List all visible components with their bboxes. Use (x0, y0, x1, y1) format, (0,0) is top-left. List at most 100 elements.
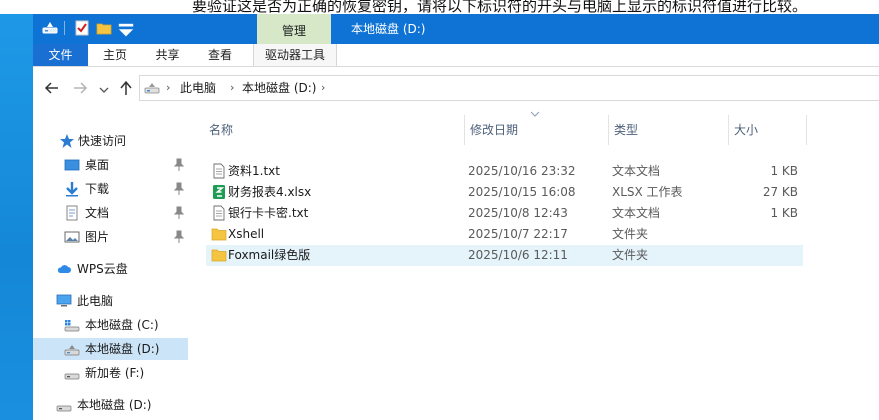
document-icon (66, 205, 78, 221)
breadcrumb-chevron-icon[interactable]: › (321, 76, 325, 100)
properties-checklist-icon[interactable] (73, 19, 91, 37)
column-divider[interactable] (728, 115, 729, 145)
tab-home[interactable]: 主页 (88, 44, 142, 66)
column-divider[interactable] (806, 115, 807, 145)
file-explorer-window: 管理 本地磁盘 (D:) 文件 主页 共享 查看 驱动器工具 › 此电脑 › 本… (33, 14, 879, 420)
drive-icon (64, 345, 80, 356)
drive-properties-icon[interactable] (41, 19, 59, 37)
nav-drive-d-root-label: 本地磁盘 (D:) (77, 398, 152, 412)
cloud-icon (57, 265, 71, 273)
nav-desktop-label: 桌面 (85, 158, 110, 172)
file-size: 1 KB (770, 206, 798, 220)
file-type: XLSX 工作表 (612, 185, 683, 199)
file-list: 名称 修改日期 类型 大小 资料1.txt 2025/10/16 23:32 文… (188, 109, 879, 420)
column-header-date[interactable]: 修改日期 (470, 118, 518, 142)
file-date: 2025/10/15 16:08 (468, 185, 576, 199)
nav-wps-cloud-label: WPS云盘 (77, 262, 128, 276)
desktop-icon (64, 159, 80, 171)
file-row[interactable]: 银行卡卡密.txt 2025/10/8 12:43 文本文档 1 KB (206, 203, 803, 224)
nav-downloads-label: 下载 (85, 182, 110, 196)
breadcrumb-drive-d[interactable]: 本地磁盘 (D:) (242, 76, 316, 100)
tab-drive-tools[interactable]: 驱动器工具 (253, 44, 337, 66)
file-date: 2025/10/7 22:17 (468, 227, 568, 241)
file-type: 文本文档 (612, 206, 661, 220)
file-name: 银行卡卡密.txt (228, 206, 309, 220)
quick-access-divider (64, 21, 65, 35)
column-header-size[interactable]: 大小 (734, 118, 758, 142)
file-date: 2025/10/16 23:32 (468, 164, 576, 178)
text-file-icon (213, 205, 225, 221)
file-row[interactable]: Foxmail绿色版 2025/10/6 12:11 文件夹 (206, 245, 803, 266)
nav-downloads[interactable]: 下载 (33, 178, 188, 200)
picture-icon (64, 231, 80, 243)
pin-icon[interactable] (173, 182, 185, 196)
nav-this-pc-label: 此电脑 (77, 294, 114, 308)
nav-quick-access[interactable]: 快速访问 (33, 130, 188, 152)
text-file-icon (213, 163, 225, 179)
file-type: 文本文档 (612, 164, 661, 178)
nav-desktop[interactable]: 桌面 (33, 154, 188, 176)
star-icon (60, 134, 74, 148)
pin-icon[interactable] (173, 230, 185, 244)
nav-drive-d-label: 本地磁盘 (D:) (85, 342, 160, 356)
download-arrow-icon (66, 182, 78, 197)
nav-documents-label: 文档 (85, 206, 110, 220)
breadcrumb-this-pc[interactable]: 此电脑 (180, 76, 216, 100)
file-name: Xshell (228, 227, 265, 241)
file-name: 财务报表4.xlsx (228, 185, 312, 199)
column-divider[interactable] (464, 115, 465, 145)
column-header-type[interactable]: 类型 (614, 118, 638, 142)
nav-pictures[interactable]: 图片 (33, 226, 188, 248)
back-arrow-icon[interactable] (43, 79, 61, 97)
file-row[interactable]: Xshell 2025/10/7 22:17 文件夹 (206, 224, 803, 245)
nav-pictures-label: 图片 (85, 230, 110, 244)
file-name: 资料1.txt (228, 164, 280, 178)
column-divider[interactable] (608, 115, 609, 145)
forward-arrow-icon[interactable] (71, 79, 89, 97)
tab-share[interactable]: 共享 (142, 44, 193, 66)
nav-this-pc[interactable]: 此电脑 (33, 290, 188, 312)
address-row: › 此电脑 › 本地磁盘 (D:) › (33, 67, 879, 109)
file-row[interactable]: 财务报表4.xlsx 2025/10/15 16:08 XLSX 工作表 27 … (206, 182, 803, 203)
desktop-background (0, 0, 33, 420)
recent-locations-chevron-icon[interactable] (99, 81, 109, 99)
column-header-name[interactable]: 名称 (209, 118, 233, 142)
customize-toolbar-chevron-icon[interactable] (117, 22, 135, 40)
file-name: Foxmail绿色版 (228, 248, 311, 262)
nav-drive-d[interactable]: 本地磁盘 (D:) (33, 338, 188, 360)
breadcrumb-chevron-icon[interactable]: › (166, 76, 170, 100)
windows-drive-icon (64, 320, 80, 332)
nav-quick-access-label: 快速访问 (78, 134, 127, 148)
file-size: 1 KB (770, 164, 798, 178)
up-arrow-icon[interactable] (117, 79, 135, 97)
new-folder-icon[interactable] (95, 19, 113, 37)
file-date: 2025/10/6 12:11 (468, 248, 568, 262)
background-document: 要验证这是否为正确的恢复密钥，请将以下标识符的开头与电脑上显示的标识符值进行比较… (0, 0, 879, 15)
nav-drive-c-label: 本地磁盘 (C:) (85, 318, 159, 332)
tab-file[interactable]: 文件 (33, 44, 88, 66)
computer-icon (56, 294, 72, 307)
file-date: 2025/10/8 12:43 (468, 206, 568, 220)
pin-icon[interactable] (173, 158, 185, 172)
spreadsheet-file-icon (213, 185, 225, 199)
pin-icon[interactable] (173, 206, 185, 220)
address-bar[interactable]: › 此电脑 › 本地磁盘 (D:) › (139, 75, 879, 101)
nav-drive-d-root[interactable]: 本地磁盘 (D:) (33, 394, 188, 416)
breadcrumb-chevron-icon[interactable]: › (230, 76, 234, 100)
file-type: 文件夹 (612, 227, 649, 241)
tab-manage[interactable]: 管理 (257, 14, 331, 44)
nav-drive-f[interactable]: 新加卷 (F:) (33, 362, 188, 384)
nav-drive-f-label: 新加卷 (F:) (85, 366, 145, 380)
nav-drive-c[interactable]: 本地磁盘 (C:) (33, 314, 188, 336)
nav-wps-cloud[interactable]: WPS云盘 (33, 258, 188, 280)
drive-icon (56, 405, 72, 412)
folder-icon (211, 249, 227, 262)
window-title: 本地磁盘 (D:) (351, 22, 426, 36)
sort-descending-chevron-icon (530, 111, 540, 117)
ribbon-tabs: 文件 主页 共享 查看 驱动器工具 (33, 44, 879, 67)
nav-documents[interactable]: 文档 (33, 202, 188, 224)
file-row[interactable]: 资料1.txt 2025/10/16 23:32 文本文档 1 KB (206, 161, 803, 182)
file-size: 27 KB (762, 185, 798, 199)
navigation-pane: 快速访问 桌面 下载 文档 图片 WPS云盘 此电脑 本地磁盘 (C:) 本地磁… (33, 109, 188, 420)
tab-view[interactable]: 查看 (193, 44, 247, 66)
